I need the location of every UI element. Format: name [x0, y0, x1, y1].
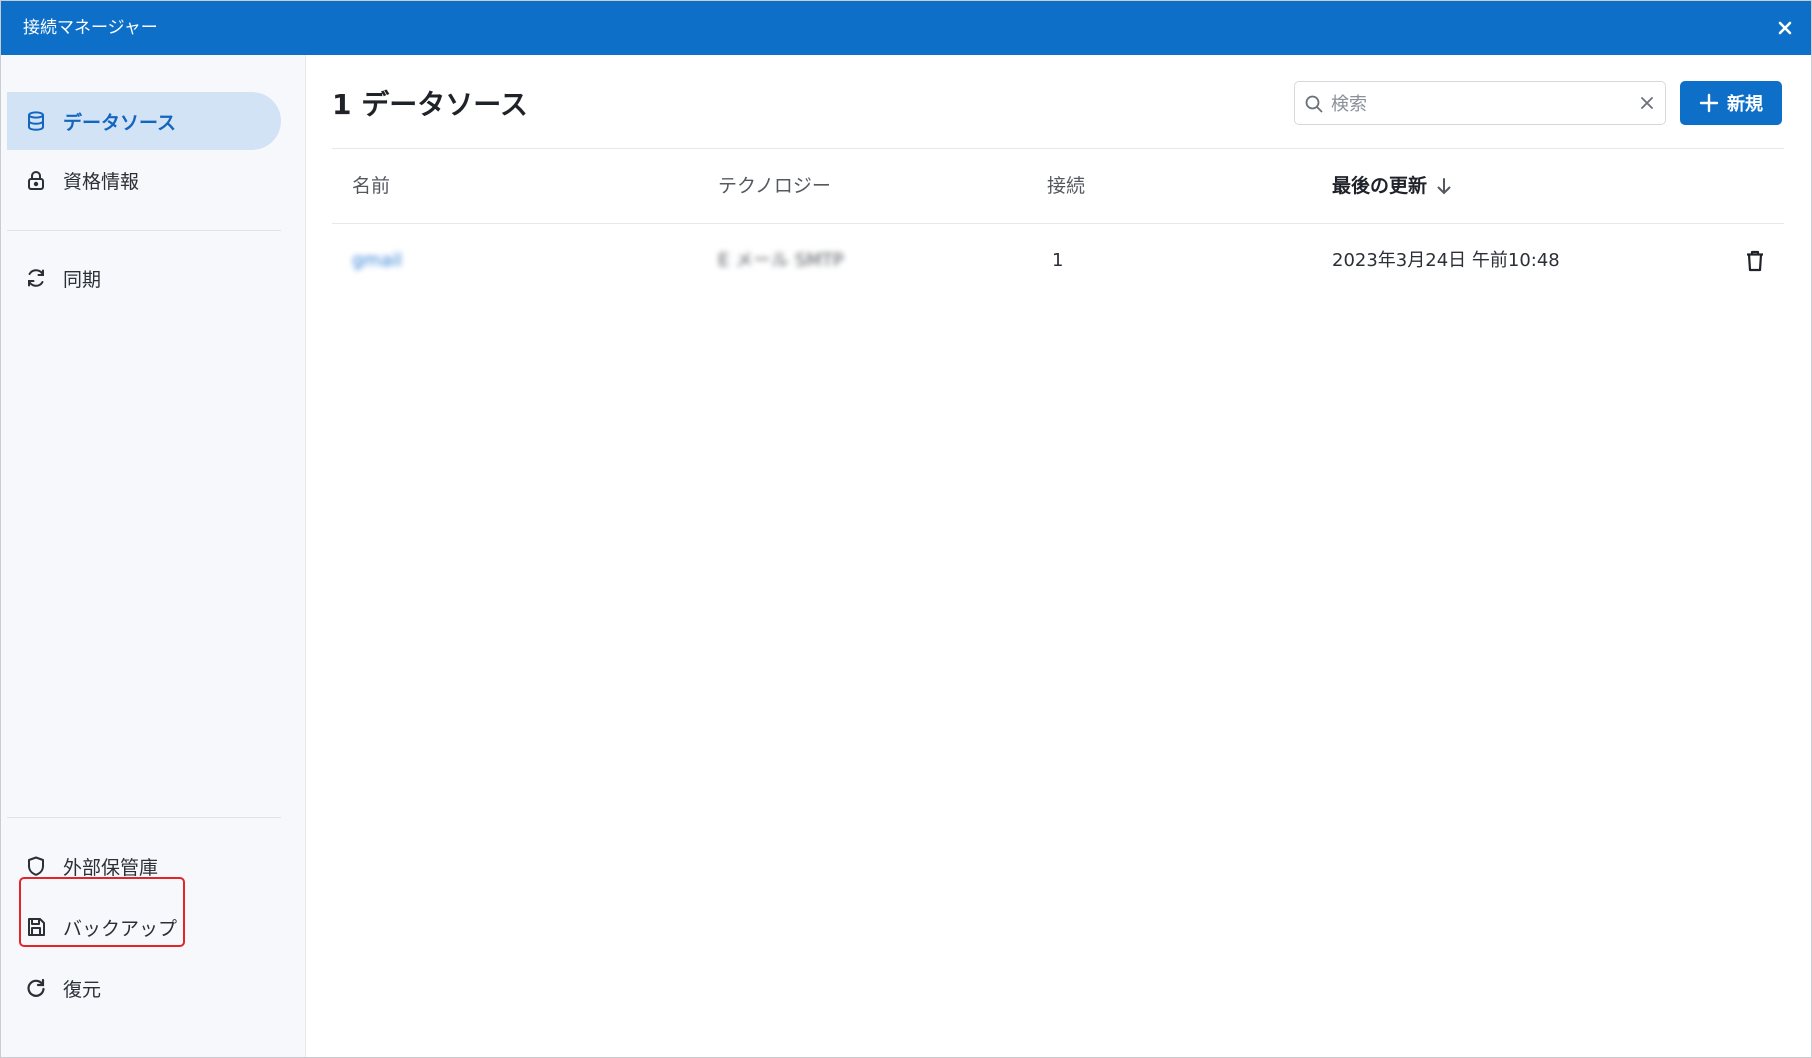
new-button[interactable]: 新規	[1680, 81, 1782, 125]
data-sources-table: 名前 テクノロジー 接続 最後の更新 gmail E メール SMTP 1 20…	[332, 148, 1784, 298]
sidebar-item-sync[interactable]: 同期	[7, 249, 281, 307]
connections-cell: 1	[1052, 250, 1064, 271]
shield-icon	[23, 853, 49, 879]
page-title: 1 データソース	[332, 88, 528, 121]
column-header-last-updated[interactable]: 最後の更新	[1332, 172, 1453, 200]
sidebar-item-label: バックアップ	[63, 917, 178, 940]
database-icon	[23, 108, 49, 134]
sidebar-divider	[7, 817, 281, 818]
sidebar-item-label: 同期	[63, 268, 102, 291]
close-button[interactable]	[1771, 14, 1799, 42]
table-header: 名前 テクノロジー 接続 最後の更新	[332, 148, 1784, 224]
table-row[interactable]: gmail E メール SMTP 1 2023年3月24日 午前10:48	[332, 224, 1784, 298]
sidebar-divider	[7, 230, 281, 231]
connection-manager-window: 接続マネージャー データソース 資格情報 同期 外部保管庫 バックアップ 復元 …	[0, 0, 1812, 1058]
sync-icon	[23, 265, 49, 291]
window-title: 接続マネージャー	[23, 18, 158, 38]
clear-search-icon[interactable]	[1637, 93, 1657, 113]
sidebar-item-label: 外部保管庫	[63, 856, 159, 879]
restore-icon	[23, 975, 49, 1001]
data-source-name-link[interactable]: gmail	[352, 247, 402, 275]
sidebar-item-label: 復元	[63, 978, 102, 1001]
sidebar-item-data-sources[interactable]: データソース	[7, 92, 281, 150]
trash-icon[interactable]	[1742, 248, 1768, 274]
new-button-label: 新規	[1727, 94, 1763, 115]
column-header-technology[interactable]: テクノロジー	[718, 172, 831, 200]
sidebar-item-credentials[interactable]: 資格情報	[7, 151, 281, 209]
sidebar-item-restore[interactable]: 復元	[7, 959, 281, 1017]
sidebar: データソース 資格情報 同期 外部保管庫 バックアップ 復元	[1, 55, 306, 1057]
save-icon	[23, 914, 49, 940]
search-box[interactable]	[1294, 81, 1666, 125]
column-header-connections[interactable]: 接続	[1047, 172, 1085, 200]
sidebar-item-backup[interactable]: バックアップ	[7, 898, 281, 956]
search-input[interactable]	[1329, 88, 1633, 120]
sort-descending-icon	[1437, 178, 1451, 195]
technology-cell: E メール SMTP	[718, 250, 844, 271]
search-icon	[1305, 95, 1323, 113]
sidebar-item-external-vault[interactable]: 外部保管庫	[7, 837, 281, 895]
column-header-label: 最後の更新	[1332, 175, 1428, 197]
main-content: 1 データソース 新規 名前 テクノロジー 接続 最後の更新	[306, 55, 1811, 1057]
sidebar-item-label: データソース	[63, 111, 177, 134]
sidebar-item-label: 資格情報	[63, 170, 140, 193]
title-bar: 接続マネージャー	[1, 1, 1811, 55]
column-header-name[interactable]: 名前	[352, 172, 390, 200]
lock-icon	[23, 167, 49, 193]
plus-icon	[1699, 93, 1719, 113]
close-icon	[1778, 21, 1792, 35]
last-updated-cell: 2023年3月24日 午前10:48	[1332, 250, 1560, 271]
